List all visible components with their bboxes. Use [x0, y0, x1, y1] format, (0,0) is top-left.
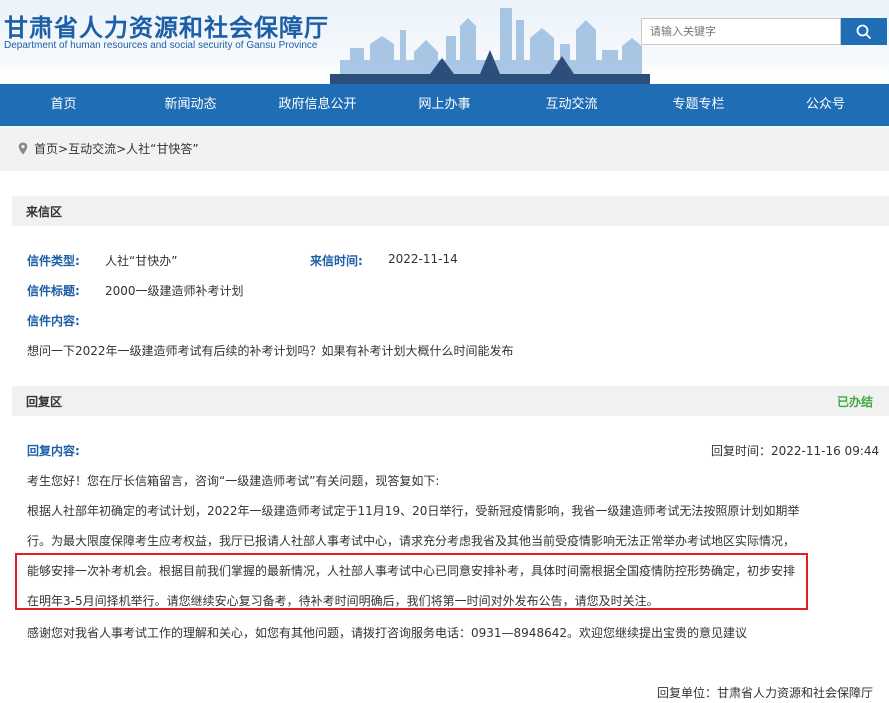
breadcrumb-home[interactable]: 首页: [34, 140, 58, 157]
letter-section-title: 来信区: [26, 204, 63, 219]
reply-paragraph-line: 根据人社部年初确定的考试计划，2022年一级建造师考试定于11月19、20日举行…: [27, 504, 800, 518]
nav-item-gov-info[interactable]: 政府信息公开: [254, 84, 381, 126]
breadcrumb: 首页 > 互动交流 > 人社“甘快答”: [0, 126, 889, 171]
nav-item-wechat[interactable]: 公众号: [762, 84, 889, 126]
nav-item-interaction[interactable]: 互动交流: [508, 84, 635, 126]
letter-detail: 来信区 信件类型: 人社“甘快办” 来信时间: 2022-11-14 信件标题:…: [0, 178, 889, 703]
breadcrumb-separator: >: [58, 141, 69, 156]
nav-item-news[interactable]: 新闻动态: [127, 84, 254, 126]
letter-time-label: 来信时间:: [310, 254, 363, 268]
site-header: 甘肃省人力资源和社会保障厅 Department of human resour…: [0, 0, 889, 84]
search-icon: [856, 24, 872, 39]
letter-subject-value: 2000一级建造师补考计划: [105, 284, 244, 298]
reply-time: 回复时间：2022-11-16 09:44: [711, 444, 880, 458]
site-title[interactable]: 甘肃省人力资源和社会保障厅: [4, 8, 329, 43]
nav-item-topics[interactable]: 专题专栏: [635, 84, 762, 126]
letter-content-label: 信件内容:: [27, 314, 80, 328]
status-badge: 已办结: [836, 394, 873, 409]
letter-subject-label: 信件标题:: [27, 284, 80, 298]
letter-type-label: 信件类型:: [27, 254, 80, 268]
city-skyline-banner: [330, 8, 650, 84]
site-subtitle: Department of human resources and social…: [4, 40, 318, 51]
location-pin-icon: [18, 142, 28, 155]
breadcrumb-current[interactable]: 人社“甘快答”: [126, 140, 198, 157]
breadcrumb-interaction[interactable]: 互动交流: [68, 140, 116, 157]
reply-section-header: 回复区 已办结: [12, 386, 889, 416]
reply-thanks: 感谢您对我省人事考试工作的理解和关心，如您有其他问题，请拨打咨询服务电话：093…: [27, 626, 747, 640]
letter-section-header: 来信区: [12, 196, 889, 226]
main-nav: 首页 新闻动态 政府信息公开 网上办事 互动交流 专题专栏 公众号: [0, 84, 889, 126]
nav-item-home[interactable]: 首页: [0, 84, 127, 126]
nav-item-online-service[interactable]: 网上办事: [381, 84, 508, 126]
reply-greeting: 考生您好！您在厅长信箱留言，咨询“一级建造师考试”有关问题，现答复如下:: [27, 474, 440, 488]
letter-time-value: 2022-11-14: [388, 252, 458, 266]
highlight-box: [15, 553, 808, 610]
reply-section-title: 回复区: [26, 394, 63, 409]
reply-paragraph-line: 行。为最大限度保障考生应考权益，我厅已报请人社部人事考试中心，请求充分考虑我省及…: [27, 534, 796, 548]
letter-type-value: 人社“甘快办”: [105, 254, 178, 268]
reply-unit: 回复单位：甘肃省人力资源和社会保障厅: [656, 686, 873, 700]
breadcrumb-separator: >: [116, 141, 127, 156]
letter-content-value: 想问一下2022年一级建造师考试有后续的补考计划吗？如果有补考计划大概什么时间能…: [27, 344, 514, 358]
reply-content-label: 回复内容:: [27, 444, 80, 458]
search-button[interactable]: [841, 18, 887, 45]
search-input[interactable]: [641, 18, 841, 45]
